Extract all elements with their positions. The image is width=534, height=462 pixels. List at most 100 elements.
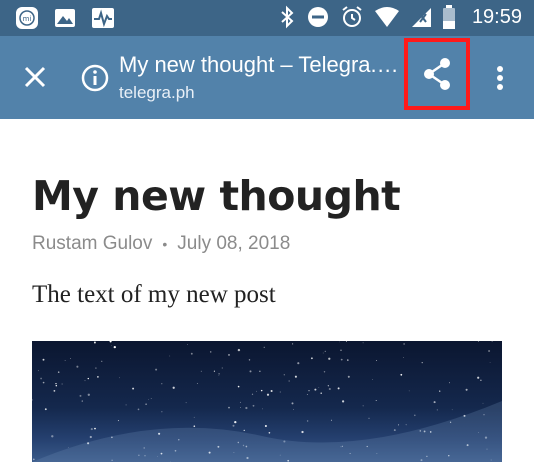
star xyxy=(228,354,230,356)
star xyxy=(308,390,310,392)
star xyxy=(55,382,57,385)
star xyxy=(218,372,220,375)
star xyxy=(324,350,326,353)
star xyxy=(161,383,163,385)
info-icon[interactable] xyxy=(80,63,110,93)
star xyxy=(340,358,343,361)
star xyxy=(398,424,400,426)
star xyxy=(403,343,405,345)
star xyxy=(125,404,127,406)
star xyxy=(117,420,119,422)
alarm-icon xyxy=(342,6,362,27)
star xyxy=(297,362,300,365)
star xyxy=(288,380,290,382)
star xyxy=(362,405,364,407)
star xyxy=(340,349,342,352)
star xyxy=(262,408,263,410)
star xyxy=(234,420,237,424)
star xyxy=(260,389,263,392)
wifi-icon xyxy=(374,7,399,27)
star xyxy=(81,400,83,402)
star xyxy=(279,391,281,393)
star xyxy=(465,388,468,391)
star xyxy=(310,357,313,360)
system-status-icons: 19:59 xyxy=(278,4,522,30)
star xyxy=(301,430,304,434)
star xyxy=(101,360,103,362)
star xyxy=(187,343,188,345)
star xyxy=(294,375,297,378)
star xyxy=(90,428,93,431)
star xyxy=(32,399,33,401)
star xyxy=(172,386,175,389)
star xyxy=(362,342,364,344)
star xyxy=(330,419,332,421)
do-not-disturb-icon xyxy=(307,7,328,27)
star xyxy=(42,358,45,361)
mi-app-icon: mi xyxy=(16,7,38,29)
star xyxy=(488,349,491,353)
star xyxy=(67,447,69,448)
star xyxy=(57,371,60,373)
star xyxy=(433,401,436,404)
star xyxy=(93,341,96,344)
star xyxy=(293,409,294,411)
battery-icon xyxy=(442,5,455,29)
star xyxy=(84,380,86,382)
star xyxy=(79,394,82,397)
close-button[interactable] xyxy=(14,56,56,98)
starry-night-sky-image xyxy=(32,341,502,462)
star xyxy=(368,417,370,419)
star xyxy=(259,370,261,372)
star xyxy=(482,402,484,404)
star xyxy=(372,379,374,381)
page-info[interactable]: My new thought – Telegra.ph telegra.ph xyxy=(119,51,399,105)
star xyxy=(237,385,240,388)
star xyxy=(97,376,99,378)
star xyxy=(477,376,480,379)
star xyxy=(53,389,56,392)
star xyxy=(451,409,453,411)
more-options-button[interactable] xyxy=(486,58,514,98)
star xyxy=(393,429,396,432)
star xyxy=(439,390,441,392)
star xyxy=(239,401,241,403)
star xyxy=(322,352,324,354)
star xyxy=(489,362,491,363)
star xyxy=(318,387,320,388)
share-icon xyxy=(424,58,450,90)
author-link[interactable]: Rustam Gulov xyxy=(32,231,152,257)
star xyxy=(32,458,35,461)
star xyxy=(148,399,149,400)
star xyxy=(132,387,135,390)
article-byline: Rustam Gulov • July 08, 2018 xyxy=(32,231,502,257)
star xyxy=(161,411,163,413)
star xyxy=(232,424,235,427)
star xyxy=(292,343,294,345)
star xyxy=(113,345,116,349)
star xyxy=(228,406,230,409)
signal-icon xyxy=(411,8,431,27)
star xyxy=(266,393,270,396)
star xyxy=(323,371,326,373)
star xyxy=(95,367,97,369)
star xyxy=(169,355,171,357)
star xyxy=(237,348,241,352)
star xyxy=(249,370,252,373)
star xyxy=(61,383,63,385)
star xyxy=(268,431,271,434)
star xyxy=(155,368,158,371)
publish-date: July 08, 2018 xyxy=(177,233,291,254)
star xyxy=(448,382,451,384)
star xyxy=(44,408,47,411)
share-button[interactable] xyxy=(404,38,470,110)
star xyxy=(375,399,377,402)
star xyxy=(76,365,79,368)
star xyxy=(119,377,120,379)
star xyxy=(400,373,403,376)
star xyxy=(40,377,42,380)
bluetooth-icon xyxy=(281,5,294,29)
star xyxy=(264,424,267,428)
star xyxy=(480,379,482,381)
star xyxy=(196,383,198,384)
